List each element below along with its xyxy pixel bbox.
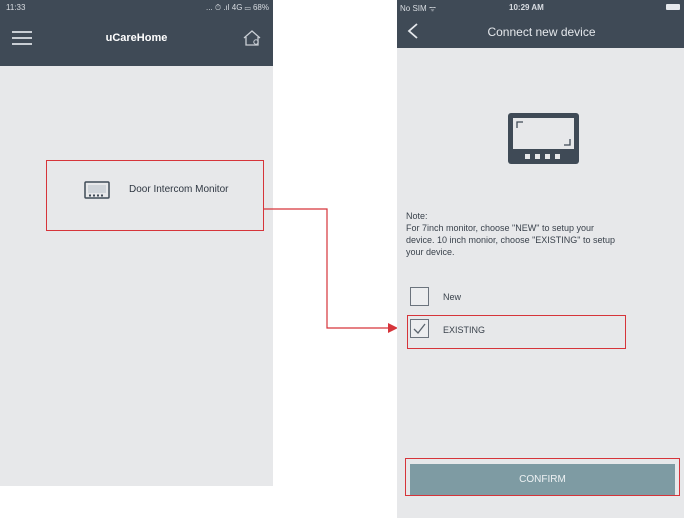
option-new[interactable]: New <box>410 286 530 308</box>
status-carrier: No SIM ᯤ <box>400 4 437 13</box>
note-block: Note: For 7inch monitor, choose "NEW" to… <box>406 210 684 258</box>
option-new-label: New <box>443 292 462 302</box>
battery-icon <box>666 4 680 10</box>
connect-device-screen: No SIM ᯤ 10:29 AM Connect new device Not… <box>397 0 684 518</box>
note-line-3: your device. <box>406 247 455 257</box>
status-bar: No SIM ᯤ 10:29 AM <box>397 0 684 14</box>
existing-option-highlight <box>407 315 626 349</box>
new-checkbox[interactable] <box>410 287 429 306</box>
monitor-icon <box>506 111 581 166</box>
screen-header: Connect new device <box>397 14 684 48</box>
status-time: 10:29 AM <box>509 3 544 12</box>
screen-title: Connect new device <box>487 25 596 39</box>
confirm-button-highlight <box>405 458 680 496</box>
note-heading: Note: <box>406 211 428 221</box>
note-line-2: device. 10 inch monior, choose "EXISTING… <box>406 235 615 245</box>
note-line-1: For 7inch monitor, choose "NEW" to setup… <box>406 223 594 233</box>
